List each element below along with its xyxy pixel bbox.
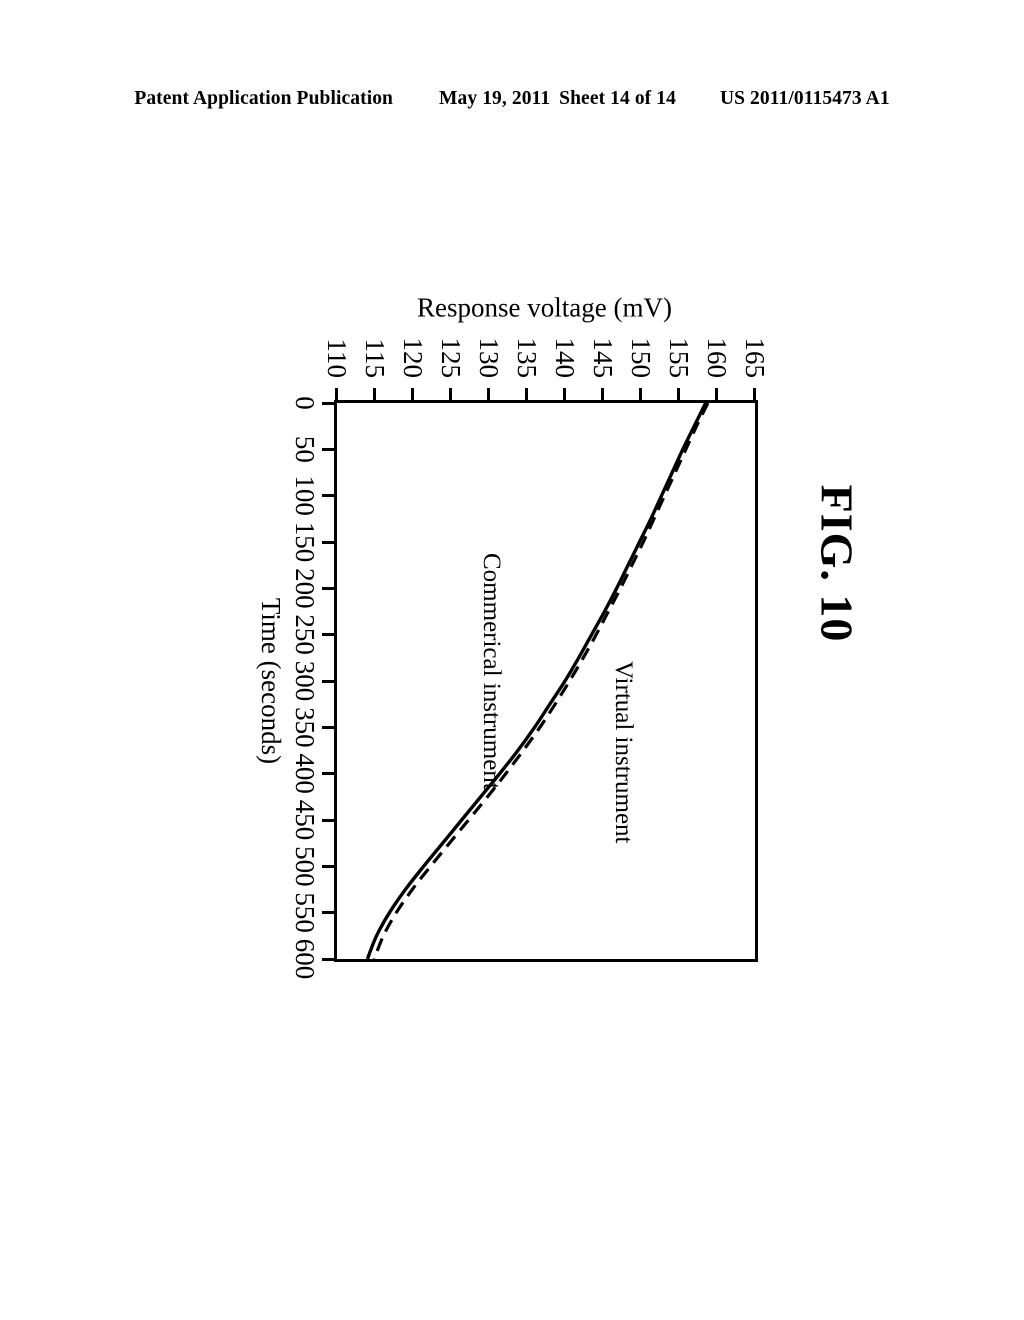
x-tick-label: 250 <box>290 614 320 655</box>
y-tick-label: 145 <box>588 337 618 379</box>
chart-container: Virtual instrument Commerical instrument… <box>252 292 772 992</box>
x-tick <box>322 911 334 915</box>
y-tick <box>677 388 681 400</box>
annotation-commerical-instrument: Commerical instrument <box>478 553 505 790</box>
annotation-virtual-instrument: Virtual instrument <box>610 661 637 844</box>
x-tick-label: 200 <box>290 568 320 609</box>
y-tick-label: 160 <box>702 337 732 379</box>
x-axis-labels: 0 50 100 150 200 250 300 350 400 450 500 550 600 <box>290 396 320 979</box>
x-tick <box>322 725 334 729</box>
y-tick <box>525 388 529 400</box>
x-tick <box>322 494 334 498</box>
y-tick <box>563 388 567 400</box>
series-line-virtual-instrument <box>372 403 710 959</box>
x-tick-label: 350 <box>290 707 320 748</box>
x-tick <box>322 864 334 868</box>
x-tick-label: 100 <box>290 475 320 516</box>
x-tick <box>322 447 334 451</box>
x-tick-label: 550 <box>290 892 320 933</box>
x-tick-label: 300 <box>290 660 320 702</box>
y-tick-label: 125 <box>436 337 466 379</box>
chart-inner: Virtual instrument Commerical instrument… <box>252 292 772 992</box>
x-tick <box>322 679 334 683</box>
y-tick <box>373 388 377 400</box>
y-tick <box>601 388 605 400</box>
y-tick <box>411 388 415 400</box>
x-tick-label: 450 <box>290 799 320 841</box>
x-axis-title: Time (seconds) <box>256 597 286 765</box>
y-tick-label: 155 <box>664 337 694 379</box>
series-line-commerical-instrument <box>365 403 708 959</box>
x-tick <box>322 772 334 776</box>
x-tick-label: 400 <box>290 753 320 794</box>
y-tick-label: 140 <box>550 337 580 379</box>
x-tick <box>322 633 334 637</box>
x-tick <box>322 540 334 544</box>
y-tick-label: 120 <box>398 337 428 379</box>
x-tick-label: 600 <box>290 938 320 980</box>
y-tick <box>753 388 757 400</box>
figure-10: Virtual instrument Commerical instrument… <box>0 0 1024 1320</box>
y-tick-label: 115 <box>360 338 390 379</box>
y-tick-label: 110 <box>322 338 352 379</box>
y-tick-label: 130 <box>474 337 504 379</box>
x-tick-label: 500 <box>290 846 320 887</box>
y-tick-label: 135 <box>512 337 542 379</box>
y-tick-label: 165 <box>740 337 770 379</box>
x-tick <box>322 586 334 590</box>
y-tick <box>715 388 719 400</box>
y-tick <box>487 388 491 400</box>
plot-frame: Virtual instrument Commerical instrument <box>334 400 758 962</box>
y-tick <box>449 388 453 400</box>
y-axis-title: Response voltage (mV) <box>417 292 672 323</box>
y-tick <box>335 388 339 400</box>
y-axis-ticks <box>334 388 758 400</box>
x-axis-ticks <box>322 400 334 962</box>
y-tick-label: 150 <box>626 337 656 379</box>
figure-caption: FIG. 10 <box>811 484 863 643</box>
x-tick-label: 150 <box>290 521 320 563</box>
x-tick <box>322 957 334 961</box>
x-tick <box>322 818 334 822</box>
x-tick-label: 50 <box>290 435 320 463</box>
x-tick <box>322 401 334 405</box>
series-plot <box>365 403 710 959</box>
x-tick-label: 0 <box>290 396 320 410</box>
y-tick <box>639 388 643 400</box>
